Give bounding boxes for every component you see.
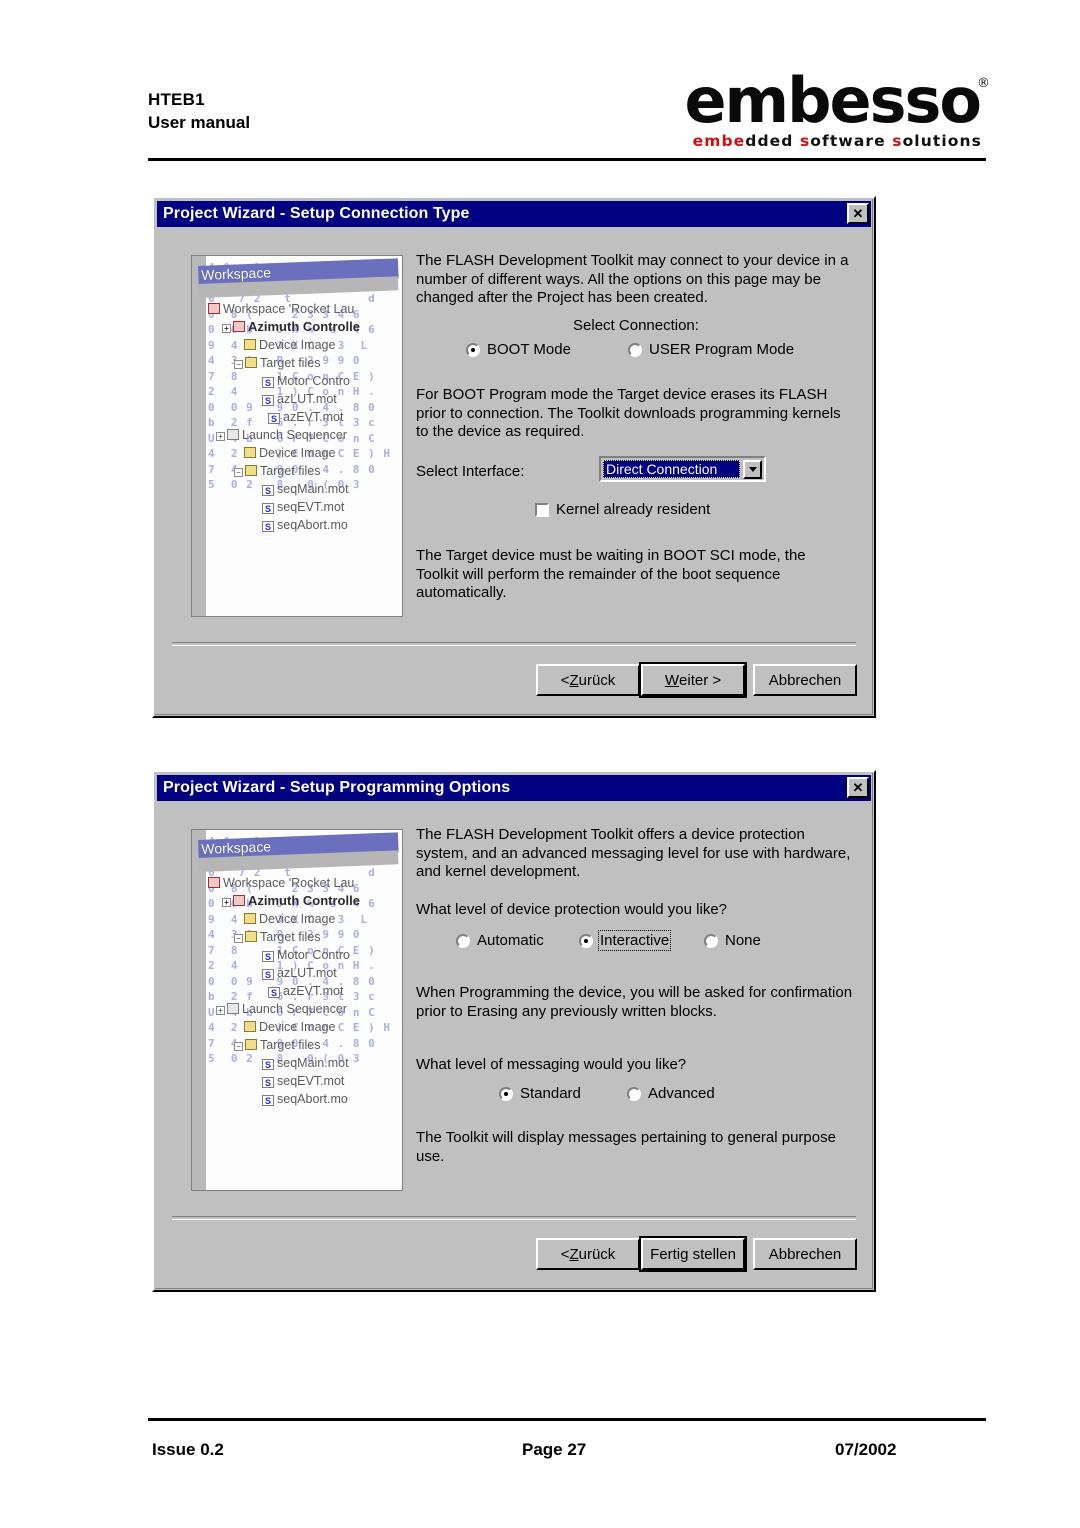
select-connection-label: Select Connection: xyxy=(573,317,699,334)
connection-radio-group: BOOT Mode USER Program Mode xyxy=(416,341,856,363)
dialog2-messaging-note: The Toolkit will display messages pertai… xyxy=(416,1129,836,1165)
dialog1-titlebar: Project Wizard - Setup Connection Type ✕ xyxy=(157,201,871,227)
close-icon[interactable]: ✕ xyxy=(847,203,869,224)
radio-messaging-advanced-label: Advanced xyxy=(648,1085,715,1102)
radio-protection-automatic[interactable]: Automatic xyxy=(456,932,544,949)
radio-indicator-icon xyxy=(704,933,718,948)
back-button-mnemonic: Z xyxy=(569,671,579,689)
radio-messaging-standard-label: Standard xyxy=(520,1085,581,1102)
radio-messaging-standard[interactable]: Standard xyxy=(499,1085,581,1102)
next-button-mnemonic: W xyxy=(664,671,680,689)
dialog2-titlebar: Project Wizard - Setup Programming Optio… xyxy=(157,775,871,801)
radio-indicator-icon xyxy=(466,342,480,357)
radio-indicator-icon xyxy=(499,1086,513,1101)
dialog1-separator xyxy=(172,642,856,646)
footer-date: 07/2002 xyxy=(835,1440,897,1459)
page-header: HTEB1 User manual embesso ® embedded sof… xyxy=(148,66,990,158)
messaging-level-radio-group: Standard Advanced xyxy=(416,1085,856,1107)
header-rule xyxy=(148,158,986,161)
radio-indicator-icon xyxy=(579,933,593,948)
checkbox-kernel-label: Kernel already resident xyxy=(556,501,711,518)
chevron-down-icon[interactable] xyxy=(743,459,762,479)
cancel-button-label: Abbrechen xyxy=(768,671,842,689)
registered-trademark-icon: ® xyxy=(977,76,990,91)
back-button-label: urück xyxy=(578,1245,616,1263)
bitmap-window-label: Workspace xyxy=(201,838,272,857)
dialog1-footer-text: The Target device must be waiting in BOO… xyxy=(416,547,806,601)
radio-protection-automatic-label: Automatic xyxy=(477,932,544,949)
logo-wordmark: embesso xyxy=(684,64,982,137)
back-button[interactable]: < Zurück xyxy=(536,1238,640,1270)
logo-tagline: embedded software solutions xyxy=(692,132,982,150)
finish-button[interactable]: Fertig stellen xyxy=(639,1236,747,1272)
dialog2-protection-note: When Programming the device, you will be… xyxy=(416,984,853,1020)
footer-page-number: Page 27 xyxy=(522,1440,587,1459)
back-button-prefix: < xyxy=(560,1245,570,1263)
bitmap-tree-2: Workspace 'Rocket Lau + Azimuth Controlle… xyxy=(208,874,402,1190)
radio-protection-none[interactable]: None xyxy=(704,932,761,949)
checkbox-indicator-icon xyxy=(535,502,549,517)
footer-rule xyxy=(148,1418,986,1421)
next-button-label: eiter > xyxy=(679,671,722,689)
select-interface-label: Select Interface: xyxy=(416,463,525,480)
back-button-label: urück xyxy=(578,671,616,689)
radio-user-program-mode[interactable]: USER Program Mode xyxy=(628,341,794,358)
document-subtitle: User manual xyxy=(148,113,251,132)
cancel-button-label: Abbrechen xyxy=(768,1245,842,1263)
back-button[interactable]: < Zurück xyxy=(536,664,640,696)
radio-indicator-icon xyxy=(456,933,470,948)
dialog1-intro-text: The FLASH Development Toolkit may connec… xyxy=(416,252,849,306)
footer-issue: Issue 0.2 xyxy=(152,1440,224,1459)
device-protection-question: What level of device protection would yo… xyxy=(416,901,728,918)
wizard-illustration-1: 4 0 1 ) H ( H . B n b . c . b 6 7 2 t d … xyxy=(191,255,403,617)
wizard-illustration-2: 4 0 1 ) H ( H . B n b . c . b 6 7 2 t d … xyxy=(191,829,403,1191)
document-title: HTEB1 xyxy=(148,90,205,109)
dialog2-intro-text: The FLASH Development Toolkit offers a d… xyxy=(416,826,851,880)
dialog-setup-connection-type: Project Wizard - Setup Connection Type ✕… xyxy=(152,196,876,718)
radio-protection-none-label: None xyxy=(725,932,761,949)
dialog1-title: Project Wizard - Setup Connection Type xyxy=(163,205,470,222)
select-interface-value: Direct Connection xyxy=(603,460,740,478)
bitmap-tree-1: Workspace 'Rocket Lau + Azimuth Controlle… xyxy=(208,300,402,616)
dialog1-boot-text: For BOOT Program mode the Target device … xyxy=(416,386,841,440)
dialog-setup-programming-options: Project Wizard - Setup Programming Optio… xyxy=(152,770,876,1292)
back-button-mnemonic: Z xyxy=(569,1245,579,1263)
back-button-prefix: < xyxy=(560,671,570,689)
radio-user-program-mode-label: USER Program Mode xyxy=(649,341,795,358)
messaging-level-question: What level of messaging would you like? xyxy=(416,1056,687,1073)
radio-indicator-icon xyxy=(628,342,642,357)
bitmap-window-label: Workspace xyxy=(201,264,272,283)
page-footer: Issue 0.2 Page 27 07/2002 xyxy=(148,1440,986,1470)
next-button[interactable]: Weiter > xyxy=(639,662,747,698)
finish-button-label: Fertig stellen xyxy=(650,1245,736,1263)
select-interface-combobox[interactable]: Direct Connection xyxy=(599,456,766,482)
embesso-logo: embesso ® embedded software solutions xyxy=(670,66,991,156)
device-protection-radio-group: Automatic Interactive None xyxy=(416,930,856,954)
cancel-button[interactable]: Abbrechen xyxy=(753,664,857,696)
radio-protection-interactive[interactable]: Interactive xyxy=(579,930,672,951)
dialog2-title: Project Wizard - Setup Programming Optio… xyxy=(163,779,511,796)
radio-indicator-icon xyxy=(627,1086,641,1101)
cancel-button[interactable]: Abbrechen xyxy=(753,1238,857,1270)
close-icon[interactable]: ✕ xyxy=(847,777,869,798)
radio-messaging-advanced[interactable]: Advanced xyxy=(627,1085,715,1102)
radio-protection-interactive-label: Interactive xyxy=(597,930,672,951)
checkbox-kernel-already-resident[interactable]: Kernel already resident xyxy=(535,501,710,518)
radio-boot-mode-label: BOOT Mode xyxy=(487,341,571,358)
dialog2-separator xyxy=(172,1216,856,1220)
radio-boot-mode[interactable]: BOOT Mode xyxy=(466,341,571,358)
